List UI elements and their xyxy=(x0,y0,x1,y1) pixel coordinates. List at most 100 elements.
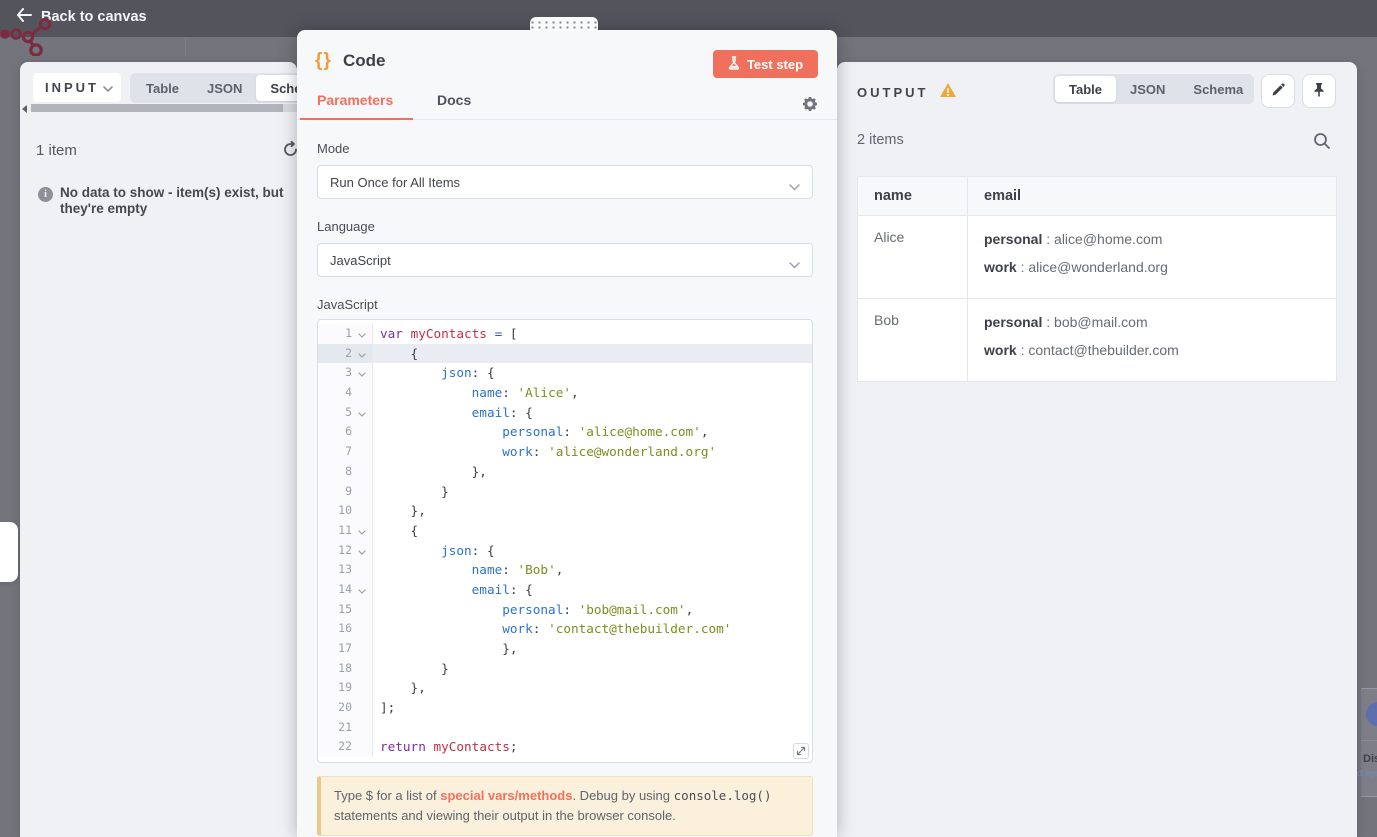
input-empty-notice: i No data to show - item(s) exist, but t… xyxy=(38,185,286,217)
code-line-20[interactable]: 20]; xyxy=(318,698,812,718)
chevron-down-icon xyxy=(103,79,113,97)
node-settings-gear-icon[interactable] xyxy=(802,96,818,115)
code-line-21[interactable]: 21 xyxy=(318,717,812,738)
code-line-13[interactable]: 13 name: 'Bob', xyxy=(318,560,812,580)
info-icon: i xyxy=(38,187,53,202)
code-text: email: { xyxy=(471,404,533,420)
line-number: 1 xyxy=(318,324,352,344)
tab-docs[interactable]: Docs xyxy=(437,92,471,108)
code-line-19[interactable]: 19 }, xyxy=(318,678,812,699)
code-node-modal: {} Code Test step Parameters Docs Mode R… xyxy=(297,17,837,837)
warning-icon xyxy=(939,82,957,103)
line-number: 7 xyxy=(318,442,352,462)
fold-chevron-icon[interactable] xyxy=(352,540,373,561)
column-header-name: name xyxy=(857,176,968,216)
mode-select[interactable]: Run Once for All Items xyxy=(317,165,813,199)
output-panel-title: OUTPUT xyxy=(857,85,929,100)
line-number: 11 xyxy=(318,520,352,541)
code-editor[interactable]: 1 var myContacts = [2 {3 json: {4 name: '… xyxy=(317,319,813,763)
language-label: Language xyxy=(317,219,375,234)
fold-chevron-icon[interactable] xyxy=(352,402,373,423)
refresh-icon[interactable] xyxy=(282,140,297,163)
chevron-down-icon xyxy=(789,257,800,272)
code-line-10[interactable]: 10 }, xyxy=(318,501,812,521)
fold-chevron-icon xyxy=(352,383,373,403)
code-text: }, xyxy=(380,680,426,696)
line-number: 6 xyxy=(318,422,352,443)
language-select[interactable]: JavaScript xyxy=(317,243,813,277)
input-panel-expand-handle[interactable] xyxy=(0,522,18,582)
line-number: 20 xyxy=(318,698,352,718)
mode-label: Mode xyxy=(317,141,350,156)
tab-table[interactable]: Table xyxy=(132,75,193,101)
code-line-8[interactable]: 8 }, xyxy=(318,461,812,482)
tab-json[interactable]: JSON xyxy=(193,75,256,101)
line-number: 22 xyxy=(318,737,352,758)
code-text: }, xyxy=(380,641,518,656)
line-number: 18 xyxy=(318,658,352,679)
fold-chevron-icon[interactable] xyxy=(352,579,373,600)
code-line-15[interactable]: 15 personal: 'bob@mail.com', xyxy=(318,599,812,620)
code-line-12[interactable]: 12 json: { xyxy=(318,540,812,561)
code-text: email: { xyxy=(471,581,533,597)
editor-hint: Type $ for a list of special vars/method… xyxy=(317,776,813,837)
edit-output-button[interactable] xyxy=(1261,74,1295,108)
code-line-22[interactable]: 22 return myContacts; xyxy=(318,737,812,758)
fold-chevron-icon[interactable] xyxy=(352,343,373,364)
horizontal-scrollbar-thumb[interactable] xyxy=(31,104,283,112)
code-text: work: 'alice@wonderland.org' xyxy=(502,444,717,460)
code-text: { xyxy=(373,343,812,364)
code-line-4[interactable]: 4 name: 'Alice', xyxy=(318,383,812,403)
code-text: }, xyxy=(380,463,487,479)
line-number: 3 xyxy=(318,363,352,384)
email-entry: work : alice@wonderland.org xyxy=(984,259,1168,275)
code-line-14[interactable]: 14 email: { xyxy=(318,579,812,600)
code-text: return myContacts; xyxy=(380,739,518,755)
code-line-11[interactable]: 11 { xyxy=(318,520,812,541)
pushpin-icon xyxy=(1312,82,1326,100)
code-line-7[interactable]: 7 work: 'alice@wonderland.org' xyxy=(318,442,812,462)
fold-chevron-icon[interactable] xyxy=(352,363,373,384)
fold-chevron-icon xyxy=(352,717,373,738)
code-line-17[interactable]: 17 }, xyxy=(318,639,812,659)
chevron-down-icon xyxy=(789,179,800,194)
fold-chevron-icon xyxy=(352,737,373,758)
dimmed-canvas-right-strip: Dis dLega xyxy=(1357,0,1377,837)
tab-json[interactable]: JSON xyxy=(1116,76,1179,102)
code-line-18[interactable]: 18 } xyxy=(318,658,812,679)
test-step-button[interactable]: Test step xyxy=(713,50,818,78)
code-text: }, xyxy=(380,503,426,519)
tab-parameters[interactable]: Parameters xyxy=(317,92,393,108)
code-line-3[interactable]: 3 json: { xyxy=(318,363,812,384)
code-line-16[interactable]: 16 work: 'contact@thebuilder.com' xyxy=(318,619,812,639)
pin-output-button[interactable] xyxy=(1302,74,1336,108)
fold-chevron-icon xyxy=(352,698,373,718)
tab-table[interactable]: Table xyxy=(1055,76,1116,102)
code-line-9[interactable]: 9 } xyxy=(318,481,812,502)
modal-drag-handle[interactable] xyxy=(530,17,598,31)
input-selector[interactable]: INPUT xyxy=(33,73,121,102)
search-icon[interactable] xyxy=(1313,132,1331,153)
hscroll-left-arrow[interactable] xyxy=(22,105,27,113)
code-line-6[interactable]: 6 personal: 'alice@home.com', xyxy=(318,422,812,443)
tab-schema[interactable]: Schema xyxy=(256,75,297,101)
line-number: 8 xyxy=(318,461,352,482)
tab-schema[interactable]: Schema xyxy=(1179,76,1257,102)
code-line-1[interactable]: 1 var myContacts = [ xyxy=(318,324,812,344)
special-vars-link[interactable]: special vars/methods xyxy=(440,788,572,803)
code-text: json: { xyxy=(441,542,495,558)
fold-chevron-icon xyxy=(352,501,373,521)
code-editor-label: JavaScript xyxy=(317,297,378,312)
code-line-5[interactable]: 5 email: { xyxy=(318,402,812,423)
line-number: 12 xyxy=(318,540,352,561)
fold-chevron-icon[interactable] xyxy=(352,324,373,344)
code-line-2[interactable]: 2 { xyxy=(318,343,812,364)
cell-email: personal : bob@mail.com work : contact@th… xyxy=(967,298,1337,382)
horizontal-scrollbar[interactable] xyxy=(31,104,297,112)
editor-resize-handle[interactable] xyxy=(793,743,809,759)
column-header-email: email xyxy=(967,176,1337,216)
fold-chevron-icon[interactable] xyxy=(352,520,373,541)
code-text: } xyxy=(380,483,449,499)
fold-chevron-icon xyxy=(352,599,373,620)
